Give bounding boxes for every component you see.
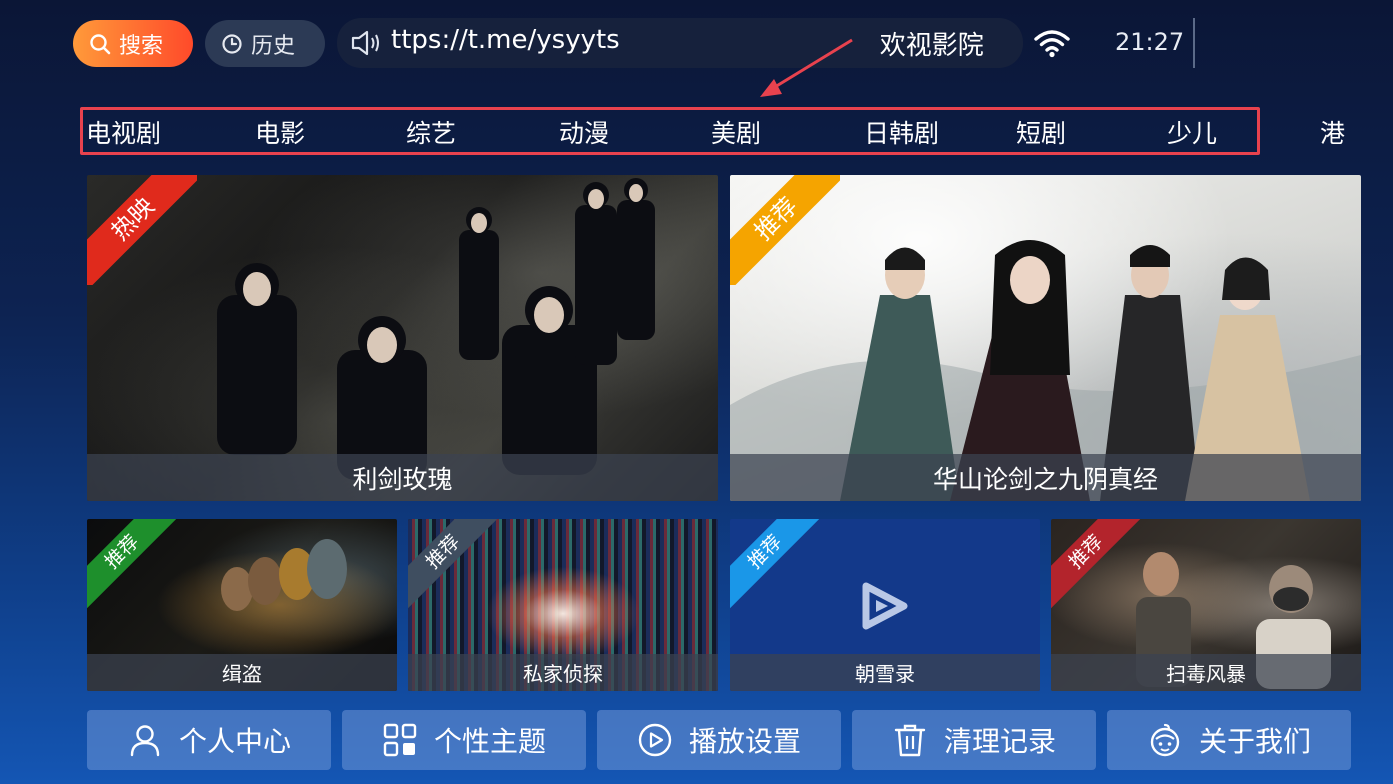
nav-item-us-drama[interactable]: 美剧 (711, 114, 761, 150)
nav-item-short-drama[interactable]: 短剧 (1016, 114, 1066, 150)
badge-label: 推荐 (408, 519, 498, 609)
clock: 21:27 (1115, 28, 1185, 56)
featured-card[interactable]: 推荐 华山论剑之九阴真经 (730, 175, 1361, 501)
card-title: 缉盗 (87, 654, 397, 691)
card-title: 利剑玫瑰 (87, 454, 718, 501)
nav-item-anime[interactable]: 动漫 (559, 114, 609, 150)
recommended-card[interactable]: 推荐 朝雪录 (730, 519, 1040, 691)
card-title: 华山论剑之九阴真经 (730, 454, 1361, 501)
recommended-card[interactable]: 推荐 缉盗 (87, 519, 397, 691)
marquee-text: ttps://t.me/ysyyts (391, 24, 620, 55)
personal-center-button[interactable]: 个人中心 (87, 710, 331, 770)
play-circle-icon (638, 723, 672, 757)
badge-ribbon: 推荐 (730, 519, 820, 609)
menu-label: 清理记录 (943, 725, 1056, 758)
badge-ribbon: 推荐 (408, 519, 498, 609)
card-title: 扫毒风暴 (1051, 654, 1361, 691)
wifi-icon (1034, 30, 1070, 58)
nav-item-jp-kr-drama[interactable]: 日韩剧 (864, 114, 939, 150)
recommended-card[interactable]: 推荐 扫毒风暴 (1051, 519, 1361, 691)
trash-icon (894, 724, 926, 757)
card-title: 朝雪录 (730, 654, 1040, 691)
menu-label: 个人中心 (178, 725, 291, 758)
badge-label: 推荐 (87, 519, 177, 609)
clock-icon (222, 33, 242, 54)
menu-label: 个性主题 (433, 725, 546, 758)
nav-item-variety[interactable]: 综艺 (406, 114, 456, 150)
badge-ribbon: 推荐 (87, 519, 177, 609)
menu-label: 播放设置 (688, 725, 801, 758)
speaker-icon (351, 30, 379, 56)
search-icon (90, 33, 111, 54)
badge-ribbon: 推荐 (1051, 519, 1141, 609)
card-title: 私家侦探 (408, 654, 718, 691)
nav-item-hk[interactable]: 港 (1320, 114, 1345, 150)
badge-label: 推荐 (730, 175, 840, 285)
about-bot-icon (1150, 723, 1180, 757)
search-button[interactable]: 搜索 (73, 20, 193, 67)
user-icon (130, 725, 160, 757)
theme-button[interactable]: 个性主题 (342, 710, 586, 770)
divider (1193, 18, 1195, 68)
badge-label: 推荐 (1051, 519, 1141, 609)
play-logo-icon (862, 582, 908, 630)
badge-label: 推荐 (730, 519, 820, 609)
recommended-card[interactable]: 推荐 私家侦探 (408, 519, 718, 691)
about-us-button[interactable]: 关于我们 (1107, 710, 1351, 770)
history-button[interactable]: 历史 (205, 20, 325, 67)
announcement-marquee: ttps://t.me/ysyyts 欢视影院 (337, 18, 1023, 68)
theme-grid-icon (383, 723, 417, 757)
badge-label: 热映 (87, 175, 197, 285)
nav-item-tv-series[interactable]: 电视剧 (86, 114, 161, 150)
menu-label: 关于我们 (1198, 725, 1311, 758)
marquee-text-2: 欢视影院 (879, 30, 984, 61)
clear-history-button[interactable]: 清理记录 (852, 710, 1096, 770)
nav-item-movies[interactable]: 电影 (255, 114, 305, 150)
featured-card[interactable]: 热映 利剑玫瑰 (87, 175, 718, 501)
nav-item-kids[interactable]: 少儿 (1167, 114, 1217, 150)
badge-ribbon: 推荐 (730, 175, 840, 285)
playback-settings-button[interactable]: 播放设置 (597, 710, 841, 770)
history-label: 历史 (251, 33, 296, 59)
annotation-arrow (760, 38, 853, 97)
search-label: 搜索 (119, 33, 164, 59)
badge-ribbon: 热映 (87, 175, 197, 285)
